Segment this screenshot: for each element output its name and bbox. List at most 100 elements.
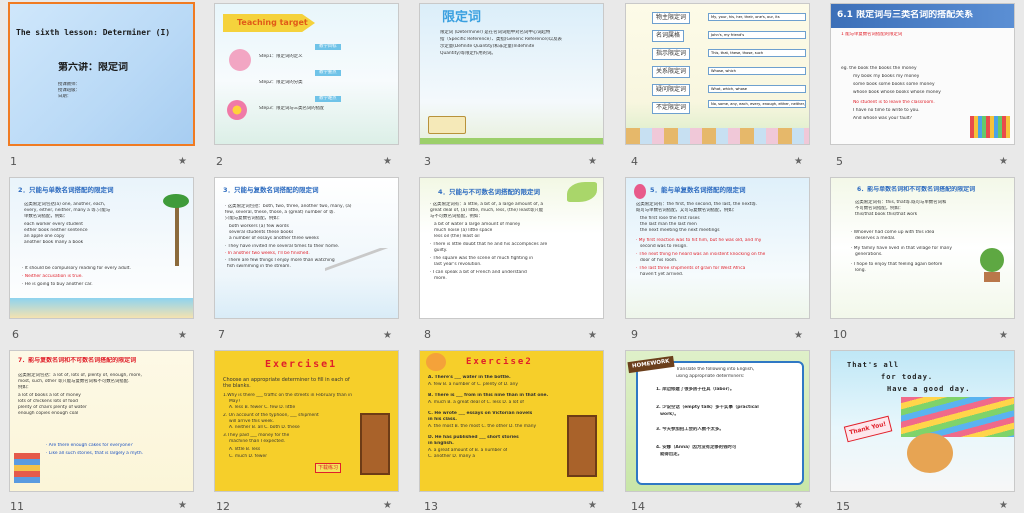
slide-13-transition-star-icon[interactable]: ★ xyxy=(588,500,597,511)
slide-13-line-11: C. another D. many a xyxy=(428,454,476,459)
slide-10-line-3: this/that book this/that work xyxy=(855,212,918,217)
slide-thumbnail-10[interactable]: 6．能与单数名词和不可数名词搭配的限定词 这类限定词有：this, that等.… xyxy=(831,178,1014,318)
target-circle xyxy=(229,49,251,71)
slide-8-line-7: · There is little doubt that he and his … xyxy=(430,242,548,247)
slide-4-transition-star-icon[interactable]: ★ xyxy=(794,156,803,167)
slide-3-line-2: 指（Specific Reference）、类指(Generic Referen… xyxy=(440,37,562,42)
slide-11-line-1: 这类限定词包括：a lot of, lots of, plenty of, en… xyxy=(18,373,142,378)
slide-thumbnail-2[interactable]: Teaching target Step1：限定词的定义 Step2：限定词的分… xyxy=(215,4,398,144)
det-val-1: My, your, his, her, their, one's, our, i… xyxy=(708,13,806,22)
slide-13-line-1: A. There's ___ water in the bottle. xyxy=(428,375,511,380)
slide-14-line-8: 就得出走。 xyxy=(660,452,682,457)
balloon-icon xyxy=(634,184,646,199)
slide-7-transition-star-icon[interactable]: ★ xyxy=(383,330,392,341)
slide-9-line-9: door of his room. xyxy=(640,258,678,263)
slide-number-15: 15 xyxy=(836,500,850,513)
slide-15-transition-star-icon[interactable]: ★ xyxy=(999,500,1008,511)
slide-thumbnail-11[interactable]: 7．能与复数名词和不可数名词搭配的限定词 这类限定词包括：a lot of, l… xyxy=(10,351,193,491)
slide-10-line-7: generations. xyxy=(855,252,883,257)
slide-2-transition-star-icon[interactable]: ★ xyxy=(383,156,392,167)
slide-15-line-3: Have a good day. xyxy=(887,385,971,393)
slide-8-line-9: · The square was the scene of much fight… xyxy=(430,256,534,261)
slide-2-title: Teaching target xyxy=(237,18,308,27)
slide-thumbnail-7[interactable]: 3．只能与复数名词搭配的限定词 · 这类限定词包括：both, two, thr… xyxy=(215,178,398,318)
det-cat-3: 指示限定词 xyxy=(652,48,691,60)
slide-thumbnail-8[interactable]: 4．只能与不可数名词搭配的限定词 · 这类限定词有：a little, a bi… xyxy=(420,178,603,318)
homework-panel xyxy=(636,361,804,485)
slide-6-transition-star-icon[interactable]: ★ xyxy=(178,330,187,341)
railway-illustration xyxy=(325,248,395,272)
slide-11-line-3: 例如： xyxy=(18,385,32,390)
slide-13-line-2: A. few B. a number of C. plenty of D. an… xyxy=(428,382,518,387)
slide-6-line-8: · It should be compulsory reading for ev… xyxy=(22,266,131,271)
slide-thumbnail-9[interactable]: 5．能与单复数名词搭配的限定词 这类限定词有：the first, the se… xyxy=(626,178,809,318)
slide-5-line-1: 1 能与单复数名词搭配的限定词 xyxy=(841,32,903,37)
slide-3-transition-star-icon[interactable]: ★ xyxy=(588,156,597,167)
slide-11-line-4: a lot of books a lot of money xyxy=(18,393,81,398)
slide-15-line-2: for today. xyxy=(881,373,934,381)
slide-12-transition-star-icon[interactable]: ★ xyxy=(383,500,392,511)
grass-strip xyxy=(420,138,603,144)
slide-7-line-1: · 这类限定词包括：both, two, three, another two,… xyxy=(225,204,352,209)
slide-13-title: Exercise2 xyxy=(466,357,533,367)
monkey-character-icon xyxy=(907,433,953,473)
slide-thumbnail-15[interactable]: That's all for today. Have a good day. T… xyxy=(831,351,1014,491)
slide-7-line-6: a number of essays another three weeks xyxy=(229,236,319,241)
slide-14-transition-star-icon[interactable]: ★ xyxy=(794,500,803,511)
slide-12-line-9: 3.They paid ___ money for the xyxy=(223,433,290,438)
slide-13-line-3: B. There is ___ from in this nine than i… xyxy=(428,393,549,398)
det-val-4: Whose, which xyxy=(708,67,806,76)
slide-thumbnail-13[interactable]: Exercise2 A. There's ___ water in the bo… xyxy=(420,351,603,491)
slide-13-line-10: A. a great amount of B. a number of xyxy=(428,448,508,453)
slide-9-line-8: · The next thing he heard was an insiste… xyxy=(636,252,766,257)
slide-thumbnail-12[interactable]: Exercise1 Choose an appropriate determin… xyxy=(215,351,398,491)
slide-10-line-5: deserves a medal. xyxy=(855,236,896,241)
slide-8-transition-star-icon[interactable]: ★ xyxy=(588,330,597,341)
slide-14-line-4: 2. 少说空话（empty talk）多干实事（practical xyxy=(656,405,759,410)
slide-thumbnail-3[interactable]: 限定词 限定词 (Determiner) 是在名词词组中对名词中心词起特 指（S… xyxy=(420,4,603,144)
slide-7-title: 3．只能与复数名词搭配的限定词 xyxy=(223,186,319,194)
slide-thumbnail-4[interactable]: 物主限定词 名词属格 指示限定词 关系限定词 疑问限定词 不定限定词 My, y… xyxy=(626,4,809,144)
slide-thumbnail-6[interactable]: 2．只能与单数名词搭配的限定词 这类限定词包括(a) one, another,… xyxy=(10,178,193,318)
slide-10-line-9: long. xyxy=(855,268,866,273)
slide-number-5: 5 xyxy=(836,155,843,168)
slide-9-transition-star-icon[interactable]: ★ xyxy=(794,330,803,341)
plant-pot xyxy=(984,272,1000,282)
slide-8-title: 4．只能与不可数名词搭配的限定词 xyxy=(438,188,541,196)
slide-14-line-2: using appropriate determiners: xyxy=(676,374,745,379)
slide-7-line-9: · There are few things I enjoy more than… xyxy=(225,258,335,263)
slide-number-14: 14 xyxy=(631,500,645,513)
slide-12-line-6: 2. On account of the typhoon, ___ shipme… xyxy=(223,413,319,418)
download-exercise-stamp[interactable]: 下载练习 xyxy=(315,463,342,474)
slide-12-line-8: A. neither B. all C. both D. these xyxy=(229,425,300,430)
slide-7-line-7: · They have invited me several times to … xyxy=(225,244,340,249)
slide-14-line-5: work）。 xyxy=(660,412,679,417)
det-cat-6: 不定限定词 xyxy=(652,102,691,114)
slide-11-transition-star-icon[interactable]: ★ xyxy=(178,500,187,511)
det-val-6: No, some, any, each, every, enough, eith… xyxy=(708,100,806,109)
rainbow-stripes xyxy=(901,397,1014,437)
step-3: Step3：限定词与三类名词的搭配 xyxy=(259,106,325,111)
slide-8-line-2: great deal of, (a) little, much, less, (… xyxy=(430,208,544,213)
slide-thumbnail-14[interactable]: HOMEWORK Translate the following into En… xyxy=(626,351,809,491)
slide-12-line-4: May? xyxy=(229,399,241,404)
slide-5-line-3: my book my books my money xyxy=(853,74,920,79)
step-1: Step1：限定词的定义 xyxy=(259,54,303,59)
slide-thumbnail-1[interactable]: The sixth lesson: Determiner (I) 第六讲：限定词… xyxy=(10,4,193,144)
tag-3: 教学难点 xyxy=(315,96,341,102)
slide-9-line-4: the last man the last men xyxy=(640,222,697,227)
slide-6-line-7: another book many a book xyxy=(24,240,84,245)
det-cat-5: 疑问限定词 xyxy=(652,84,691,96)
slide-1-transition-star-icon[interactable]: ★ xyxy=(178,156,187,167)
slide-12-line-12: C. much D. fewer xyxy=(229,454,268,459)
slide-6-line-9: · Neither accusation is true. xyxy=(22,274,83,279)
slide-number-12: 12 xyxy=(216,500,230,513)
slide-10-transition-star-icon[interactable]: ★ xyxy=(999,330,1008,341)
slide-5-transition-star-icon[interactable]: ★ xyxy=(999,156,1008,167)
slide-6-line-1: 这类限定词包括(a) one, another, each, xyxy=(24,202,106,207)
palm-leaves xyxy=(163,194,189,208)
open-book-icon xyxy=(428,116,466,134)
slide-thumbnail-5[interactable]: 6.1 限定词与三类名词的搭配关系 1 能与单复数名词搭配的限定词 eg. th… xyxy=(831,4,1014,144)
slide-11-line-8: · Are there enough cakes for everyone? xyxy=(46,443,133,448)
slide-6-line-5: either book neither sentence xyxy=(24,228,88,233)
